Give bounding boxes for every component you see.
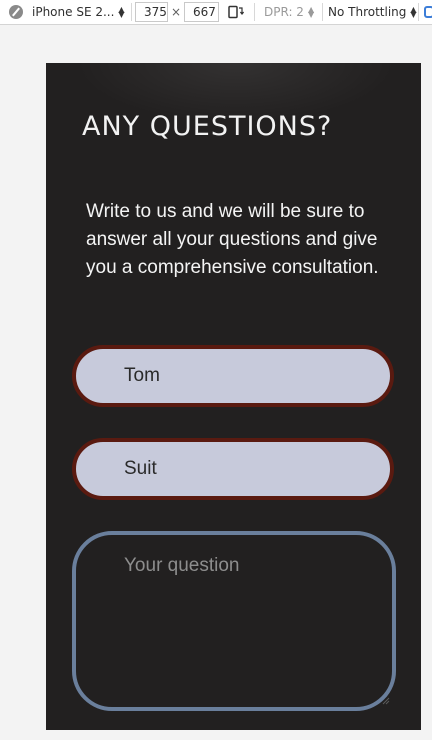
sensor-icon[interactable] xyxy=(424,6,432,18)
dimension-separator: × xyxy=(171,5,182,19)
device-select-label: iPhone SE 2... xyxy=(32,5,115,19)
height-input[interactable]: 667 xyxy=(184,2,219,22)
throttling-select[interactable]: No Throttling ▲ ▼ xyxy=(328,0,417,24)
page-title: ANY QUESTIONS? xyxy=(82,111,333,142)
toolbar-divider xyxy=(131,3,132,21)
toolbar-divider xyxy=(254,3,255,21)
dpr-select[interactable]: DPR: 2 ▲ ▼ xyxy=(264,0,314,24)
toolbar-divider xyxy=(418,3,419,21)
device-select-chevron-icon: ▲ ▼ xyxy=(118,5,125,19)
devtools-toolbar: iPhone SE 2... ▲ ▼ 375 × 667 DPR: 2 ▲ ▼ No… xyxy=(0,0,432,25)
lead-text: Write to us and we will be sure to answe… xyxy=(86,201,379,278)
throttling-chevron-icon: ▲ ▼ xyxy=(410,5,417,19)
throttling-label: No Throttling xyxy=(328,5,407,19)
rotate-icon[interactable] xyxy=(228,5,244,19)
surname-input-value: Suit xyxy=(124,458,157,479)
compass-icon xyxy=(9,5,23,19)
question-placeholder: Your question xyxy=(124,555,240,576)
surname-input[interactable]: Suit xyxy=(72,438,394,500)
toolbar-divider xyxy=(322,3,323,21)
emulated-viewport: ANY QUESTIONS? Write to us and we will b… xyxy=(46,63,421,730)
device-select[interactable]: iPhone SE 2... ▲ ▼ xyxy=(32,0,128,24)
name-input[interactable]: Tom xyxy=(72,345,394,407)
dpr-label: DPR: 2 xyxy=(264,5,304,19)
width-input[interactable]: 375 xyxy=(135,2,168,22)
name-input-value: Tom xyxy=(124,365,160,386)
resize-grip-icon[interactable] xyxy=(382,697,390,705)
dpr-chevron-icon: ▲ ▼ xyxy=(307,5,315,19)
question-textarea[interactable]: Your question xyxy=(72,531,396,711)
